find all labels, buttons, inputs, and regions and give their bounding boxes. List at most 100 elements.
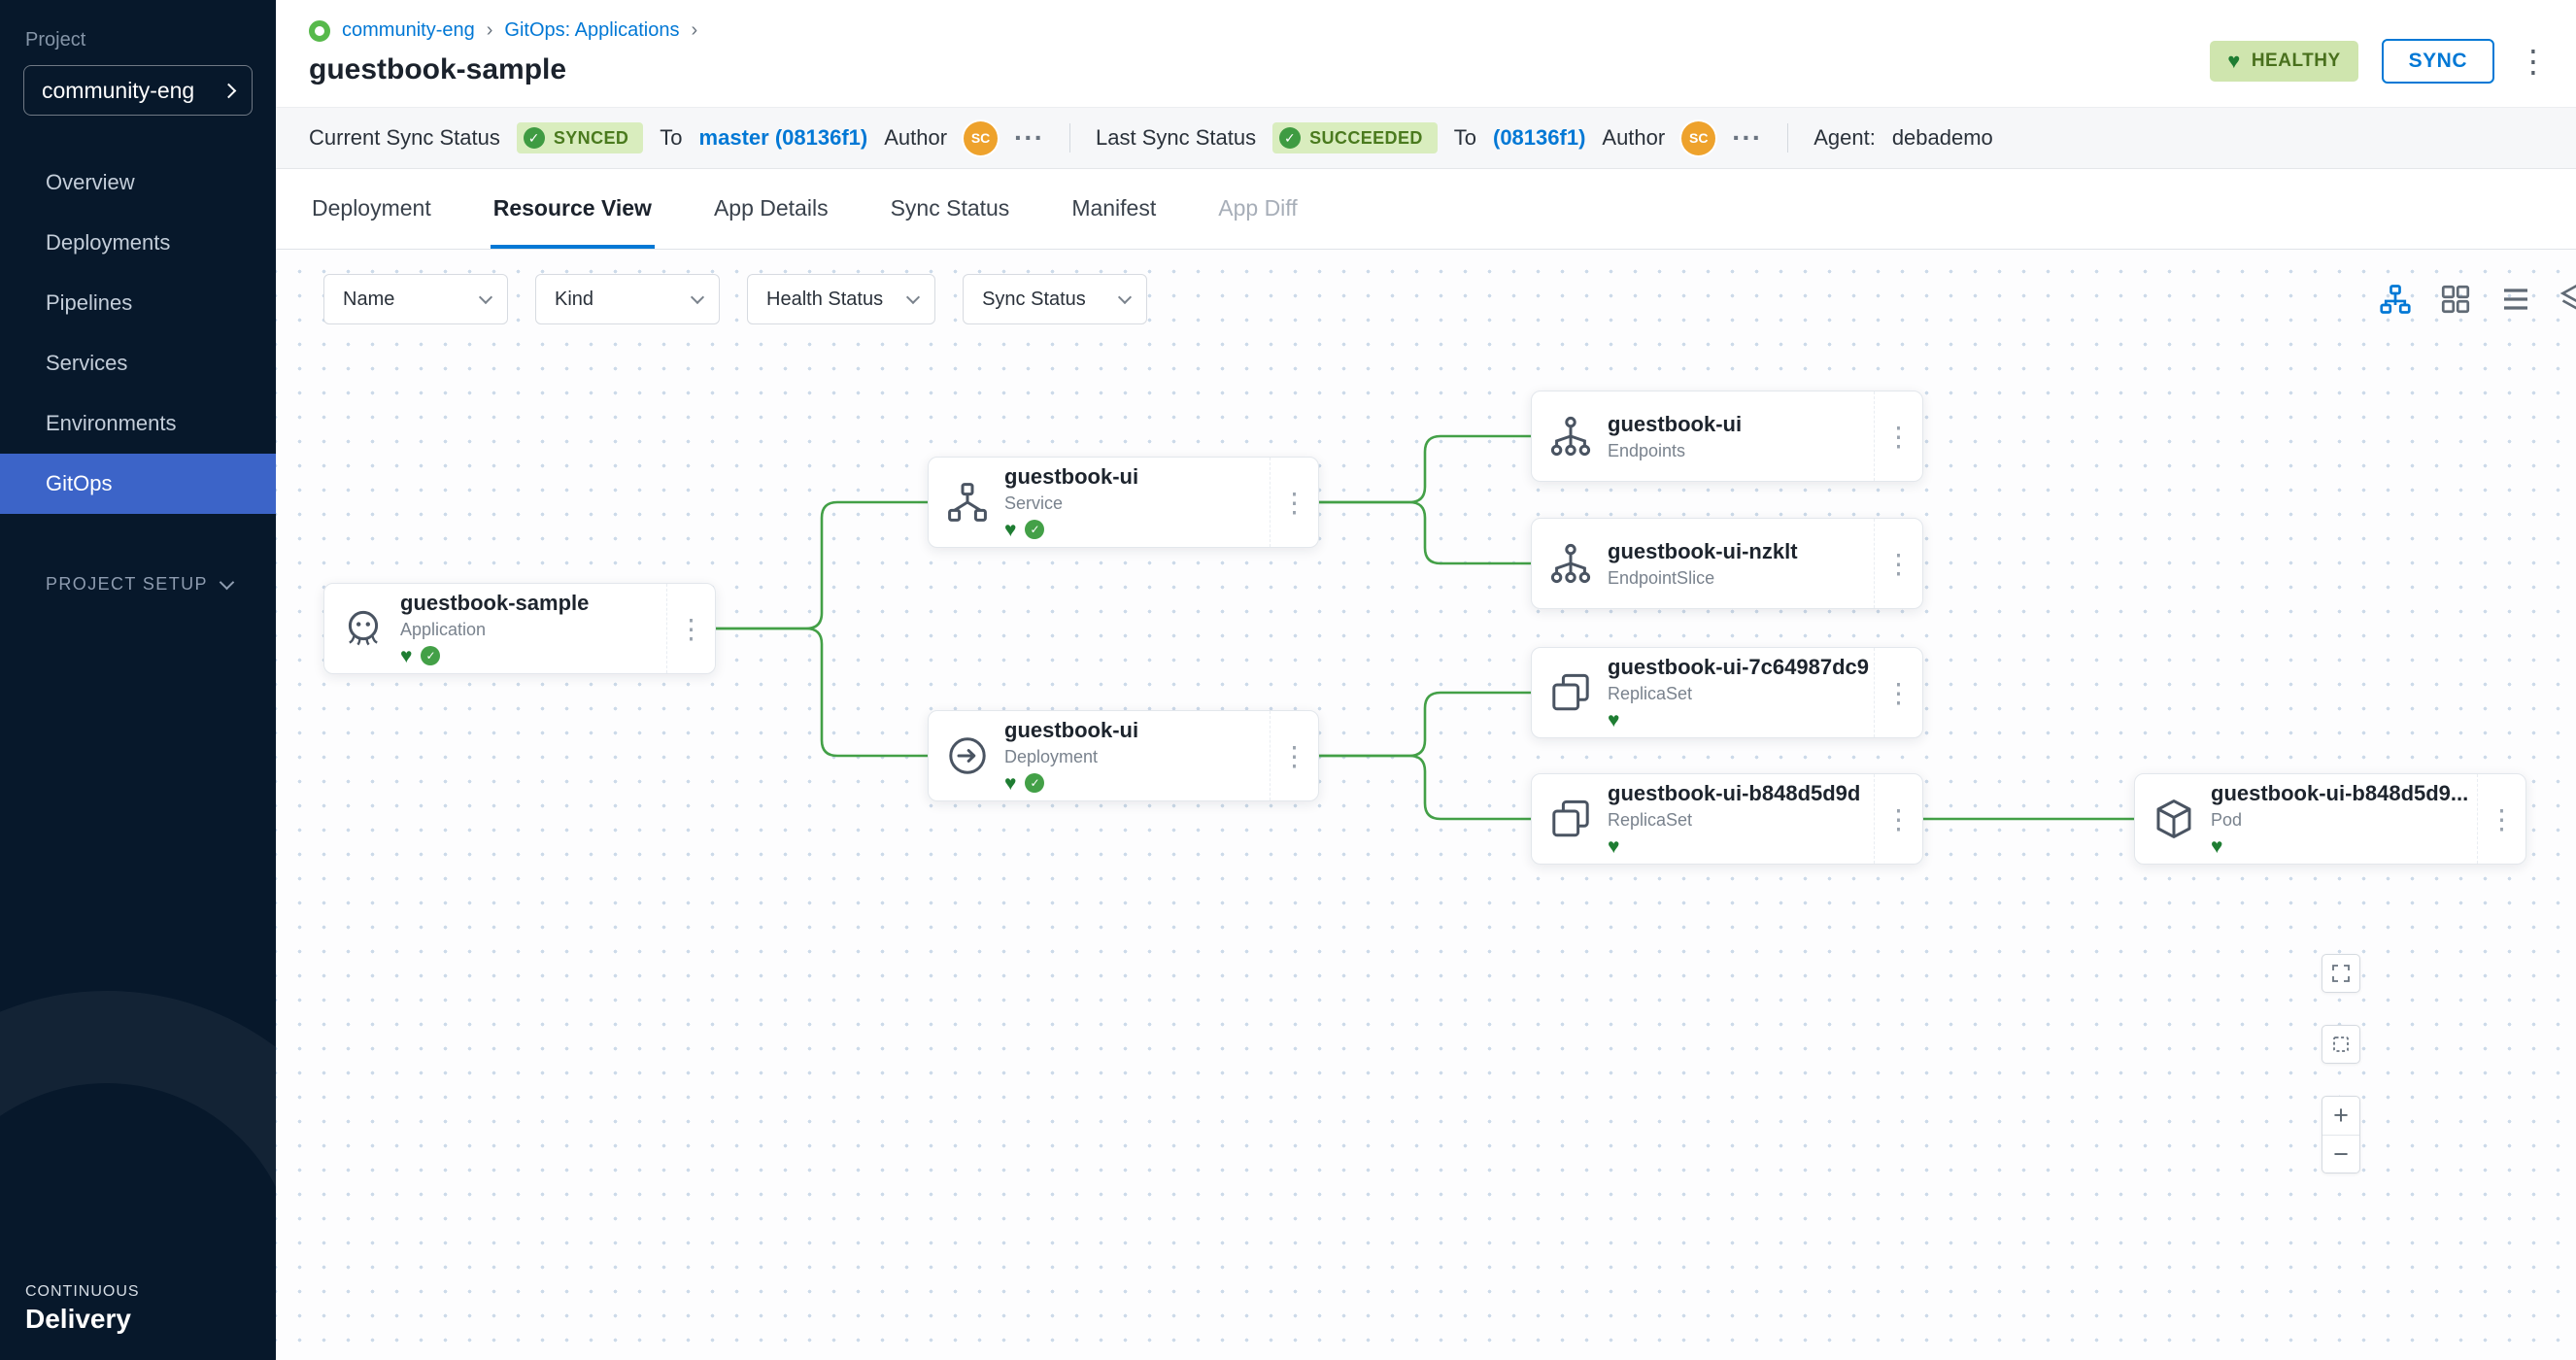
filter-kind[interactable]: Kind xyxy=(535,274,720,324)
box-select-button[interactable] xyxy=(2322,1025,2360,1064)
node-menu-button[interactable]: ⋮ xyxy=(1874,519,1922,608)
resource-node-application-0[interactable]: guestbook-sample Application ♥✓⋮ xyxy=(323,583,716,674)
deployment-icon xyxy=(944,732,991,779)
resource-kind: ReplicaSet xyxy=(1608,684,1874,704)
zoom-in-button[interactable]: + xyxy=(2322,1097,2359,1135)
resource-status: ♥✓ xyxy=(1004,772,1270,794)
resource-graph-canvas: Name Kind Health Status Sync Status xyxy=(276,250,2576,1360)
module-brand: CONTINUOUS Delivery xyxy=(25,1283,140,1335)
sidebar: Project community-eng OverviewDeployment… xyxy=(0,0,276,1360)
zoom-controls: + − xyxy=(2322,1096,2360,1173)
resource-status: ♥✓ xyxy=(1004,519,1270,540)
brand-bottom-label: Delivery xyxy=(25,1304,140,1335)
service-icon xyxy=(944,479,991,526)
node-menu-button[interactable]: ⋮ xyxy=(666,584,715,673)
resource-name: guestbook-ui xyxy=(1004,464,1270,490)
endpointslice-icon xyxy=(1547,540,1594,587)
health-heart-icon: ♥ xyxy=(1608,710,1619,731)
group-view-icon[interactable] xyxy=(2559,282,2576,317)
app-logo-icon xyxy=(309,20,330,42)
header-actions: ♥ HEALTHY SYNC ⋮ xyxy=(2210,39,2549,84)
fit-to-screen-button[interactable] xyxy=(2322,954,2360,993)
resource-kind: Endpoints xyxy=(1608,441,1874,461)
chevron-down-icon xyxy=(691,289,704,303)
resource-name: guestbook-ui-nzklt xyxy=(1608,539,1874,564)
sidebar-item-overview[interactable]: Overview xyxy=(0,153,276,213)
sync-button[interactable]: SYNC xyxy=(2382,39,2494,84)
resource-kind: Deployment xyxy=(1004,747,1270,767)
sidebar-item-services[interactable]: Services xyxy=(0,333,276,393)
zoom-out-button[interactable]: − xyxy=(2322,1135,2359,1173)
resource-node-endpointslice-4[interactable]: guestbook-ui-nzklt EndpointSlice⋮ xyxy=(1531,518,1923,609)
chevron-down-icon xyxy=(1118,289,1132,303)
list-view-icon[interactable] xyxy=(2498,282,2533,317)
pod-icon xyxy=(2151,796,2197,842)
sync-status-bar: Current Sync Status ✓ SYNCED To master (… xyxy=(276,107,2576,169)
main-area: community-eng › GitOps: Applications › g… xyxy=(276,0,2576,1360)
more-options-icon[interactable]: ⋮ xyxy=(2518,46,2549,77)
health-heart-icon: ♥ xyxy=(1608,836,1619,857)
node-menu-button[interactable]: ⋮ xyxy=(1874,648,1922,737)
filter-name[interactable]: Name xyxy=(323,274,508,324)
resource-node-deployment-2[interactable]: guestbook-uiDeployment♥✓⋮ xyxy=(928,710,1319,801)
project-selector[interactable]: community-eng xyxy=(23,65,253,116)
tab-app-details[interactable]: App Details xyxy=(711,195,831,249)
tab-deployment[interactable]: Deployment xyxy=(309,195,434,249)
node-menu-button[interactable]: ⋮ xyxy=(1270,711,1318,800)
grid-view-icon[interactable] xyxy=(2438,282,2473,317)
author-more-icon[interactable]: ··· xyxy=(1014,124,1044,152)
resource-kind: Application xyxy=(400,620,666,640)
sidebar-item-gitops[interactable]: GitOps xyxy=(0,454,276,514)
chevron-down-icon xyxy=(220,574,235,590)
author-more-icon[interactable]: ··· xyxy=(1732,124,1762,152)
filter-label: Kind xyxy=(555,289,593,311)
harness-gitops-app: Project community-eng OverviewDeployment… xyxy=(0,0,2576,1360)
sidebar-item-deployments[interactable]: Deployments xyxy=(0,213,276,273)
project-setup-toggle[interactable]: PROJECT SETUP xyxy=(46,574,276,595)
breadcrumb-section-link[interactable]: GitOps: Applications xyxy=(504,19,679,42)
resource-node-endpoints-3[interactable]: guestbook-uiEndpoints⋮ xyxy=(1531,391,1923,482)
resource-node-replicaset-6[interactable]: guestbook-ui-b848d5d9dReplicaSet♥⋮ xyxy=(1531,773,1923,865)
breadcrumb-project-link[interactable]: community-eng xyxy=(342,19,475,42)
current-sync-label: Current Sync Status xyxy=(309,125,500,151)
tab-resource-view[interactable]: Resource View xyxy=(491,195,655,249)
tab-manifest[interactable]: Manifest xyxy=(1068,195,1159,249)
node-menu-button[interactable]: ⋮ xyxy=(1270,458,1318,547)
resource-kind: Pod xyxy=(2211,810,2477,831)
expand-icon xyxy=(2329,962,2353,985)
resource-kind: EndpointSlice xyxy=(1608,568,1874,589)
chevron-down-icon xyxy=(479,289,492,303)
brand-top-label: CONTINUOUS xyxy=(25,1283,140,1301)
sidebar-item-environments[interactable]: Environments xyxy=(0,393,276,454)
tab-app-diff[interactable]: App Diff xyxy=(1215,195,1300,249)
node-menu-button[interactable]: ⋮ xyxy=(1874,774,1922,864)
health-heart-icon: ♥ xyxy=(400,646,412,666)
node-menu-button[interactable]: ⋮ xyxy=(2477,774,2525,864)
resource-name: guestbook-sample xyxy=(400,591,666,616)
tab-sync-status[interactable]: Sync Status xyxy=(888,195,1013,249)
page-header: community-eng › GitOps: Applications › g… xyxy=(276,0,2576,107)
resource-name: guestbook-ui-b848d5d9... xyxy=(2211,781,2477,806)
canvas-controls: + − xyxy=(2322,954,2360,1173)
tabs-bar: Deployment Resource View App Details Syn… xyxy=(276,169,2576,250)
filter-sync-status[interactable]: Sync Status xyxy=(963,274,1147,324)
replicaset-icon xyxy=(1547,669,1594,716)
last-target-link[interactable]: (08136f1) xyxy=(1493,125,1585,151)
tree-view-icon[interactable] xyxy=(2378,282,2413,317)
sidebar-item-pipelines[interactable]: Pipelines xyxy=(0,273,276,333)
resource-node-pod-7[interactable]: guestbook-ui-b848d5d9...Pod♥⋮ xyxy=(2134,773,2526,865)
filter-health-status[interactable]: Health Status xyxy=(747,274,935,324)
to-label: To xyxy=(1454,125,1476,151)
resource-node-service-1[interactable]: guestbook-uiService♥✓⋮ xyxy=(928,457,1319,548)
selection-box-icon xyxy=(2329,1033,2353,1056)
last-sync-label: Last Sync Status xyxy=(1096,125,1256,151)
node-menu-button[interactable]: ⋮ xyxy=(1874,391,1922,481)
resource-node-replicaset-5[interactable]: guestbook-ui-7c64987dc9 ReplicaSet ♥ ⋮ xyxy=(1531,647,1923,738)
filter-label: Sync Status xyxy=(982,289,1086,311)
resource-name: guestbook-ui-7c64987dc9 xyxy=(1608,655,1874,680)
resource-status: ♥✓ xyxy=(400,645,666,666)
synced-check-icon: ✓ xyxy=(1025,773,1044,793)
succeeded-badge: ✓ SUCCEEDED xyxy=(1272,122,1438,153)
current-target-link[interactable]: master (08136f1) xyxy=(699,125,868,151)
filter-bar: Name Kind Health Status Sync Status xyxy=(323,274,1147,324)
